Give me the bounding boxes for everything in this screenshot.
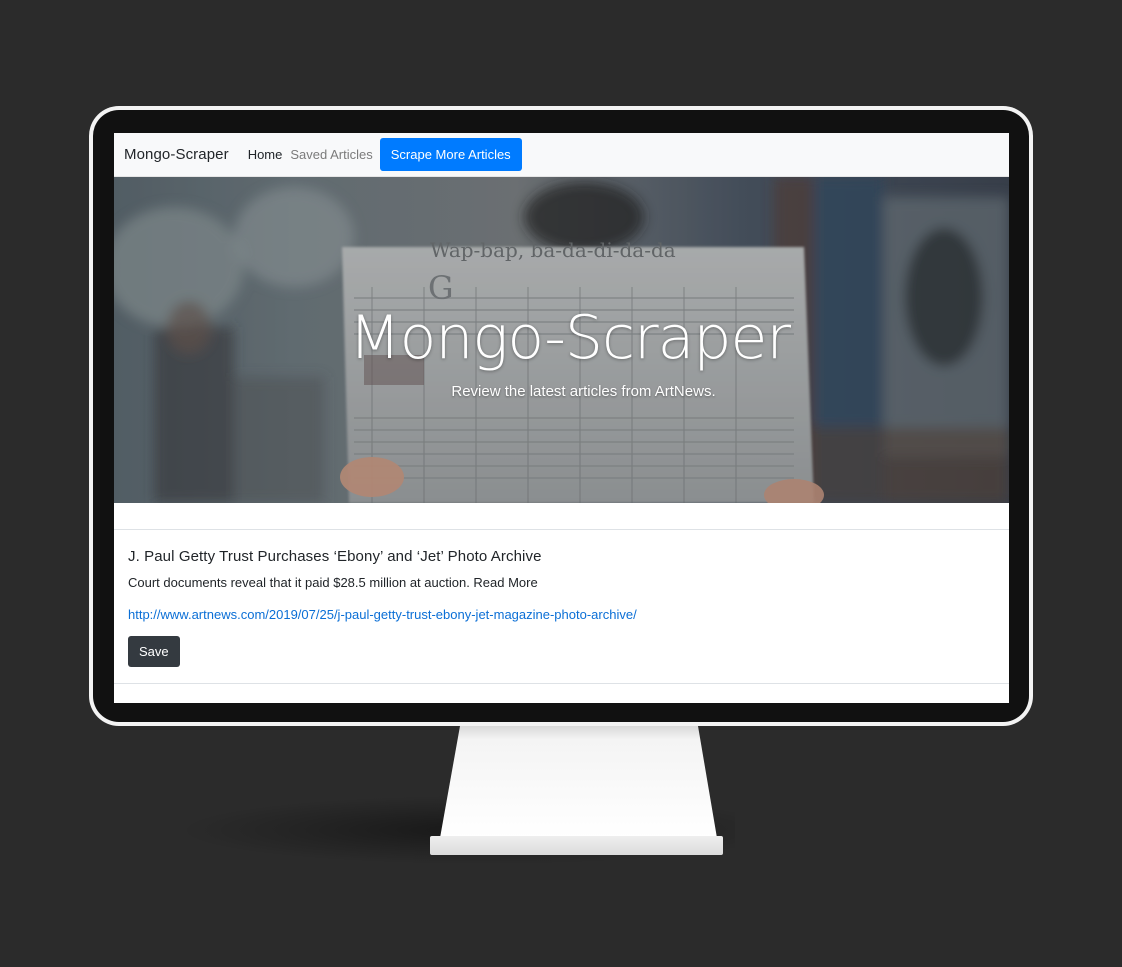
hero-jumbotron: Wap-bap, ba-da-di-da-da G Mongo-Scraper … (114, 177, 1009, 503)
article-title: J. Paul Getty Trust Purchases ‘Ebony’ an… (128, 548, 542, 565)
nav-link-home[interactable]: Home (248, 147, 283, 162)
article-card: J. Paul Getty Trust Purchases ‘Ebony’ an… (114, 530, 1009, 683)
navbar-brand[interactable]: Mongo-Scraper (124, 146, 229, 163)
browser-viewport: Mongo-Scraper Home Saved Articles Scrape… (114, 133, 1009, 703)
navbar: Mongo-Scraper Home Saved Articles Scrape… (114, 133, 1009, 177)
hero-subtitle: Review the latest articles from ArtNews. (451, 383, 716, 400)
article-summary: Court documents reveal that it paid $28.… (128, 575, 538, 590)
nav-link-saved-articles[interactable]: Saved Articles (290, 147, 372, 162)
hero-title: Mongo-Scraper (348, 303, 791, 373)
save-article-button[interactable]: Save (128, 636, 180, 667)
article-bottom-divider (114, 683, 1009, 684)
monitor-stand (440, 726, 717, 838)
article-link[interactable]: http://www.artnews.com/2019/07/25/j-paul… (128, 607, 637, 622)
scrape-more-articles-button[interactable]: Scrape More Articles (379, 138, 522, 171)
stage: Mongo-Scraper Home Saved Articles Scrape… (0, 0, 1122, 967)
monitor-base (430, 836, 723, 855)
